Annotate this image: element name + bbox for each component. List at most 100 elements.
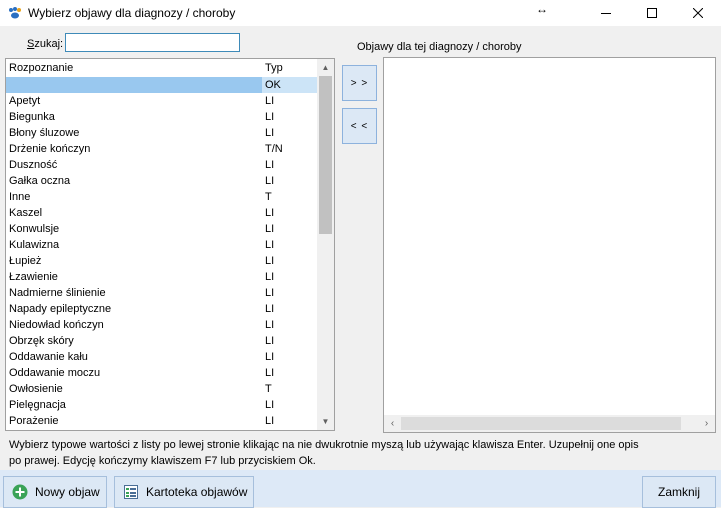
maximize-button[interactable] — [629, 0, 675, 26]
selected-symptoms-list[interactable]: ‹ › — [383, 57, 716, 433]
list-item-type: T/N — [265, 143, 283, 155]
list-item-type: LI — [265, 255, 275, 267]
list-item[interactable]: Drżenie kończyn T/N — [6, 141, 318, 157]
list-item[interactable]: Kulawizna LI — [6, 237, 318, 253]
list-item[interactable]: Inne T — [6, 189, 318, 205]
list-item[interactable]: Gałka oczna LI — [6, 173, 318, 189]
maximize-icon — [647, 8, 657, 18]
symptom-card-button[interactable]: Kartoteka objawów — [114, 476, 254, 508]
list-card-icon — [124, 485, 138, 499]
list-item-diagnosis: Niedowład kończyn — [9, 319, 104, 331]
title-bar: Wybierz objawy dla diagnozy / choroby ↔ — [0, 0, 721, 26]
list-item-type: LI — [265, 303, 275, 315]
list-item[interactable]: Kaszel LI — [6, 205, 318, 221]
plus-circle-icon — [12, 484, 28, 500]
list-item[interactable]: Łzawienie LI — [6, 269, 318, 285]
right-horizontal-scrollbar[interactable]: ‹ › — [384, 415, 715, 432]
help-text-line-2: po prawej. Edycję kończymy klawiszem F7 … — [9, 455, 316, 467]
list-item-type: LI — [265, 95, 275, 107]
list-item-type: LI — [265, 271, 275, 283]
scroll-down-icon[interactable]: ▼ — [317, 413, 334, 430]
search-input[interactable] — [65, 33, 240, 52]
list-item-type: LI — [265, 351, 275, 363]
symptom-list[interactable]: Rozpoznanie Typ OK Apetyt LI Biegunka LI Błon… — [5, 58, 335, 431]
list-item-diagnosis: Drżenie kończyn — [9, 143, 91, 155]
list-item-diagnosis: Łzawienie — [9, 271, 58, 283]
list-item-diagnosis: Gałka oczna — [9, 175, 71, 187]
list-item-diagnosis: Inne — [9, 191, 31, 203]
list-item-diagnosis: Konwulsje — [9, 223, 60, 235]
close-window-button[interactable] — [675, 0, 721, 26]
bottom-toolbar — [0, 470, 721, 507]
list-item[interactable]: Niedowład kończyn LI — [6, 317, 318, 333]
app-paw-icon — [9, 7, 21, 19]
list-item[interactable]: Duszność LI — [6, 157, 318, 173]
list-item-type: T — [265, 191, 272, 203]
selected-symptoms-label: Objawy dla tej diagnozy / choroby — [357, 41, 522, 53]
list-item-diagnosis: Oddawanie moczu — [9, 367, 101, 379]
minimize-button[interactable] — [583, 0, 629, 26]
list-item-type: LI — [265, 367, 275, 379]
list-item-diagnosis: Nadmierne ślinienie — [9, 287, 106, 299]
new-symptom-button[interactable]: Nowy objaw — [3, 476, 107, 508]
column-header-diagnosis[interactable]: Rozpoznanie — [9, 62, 73, 74]
add-symptom-button[interactable]: > > — [342, 65, 377, 101]
search-label: Szukaj: — [27, 38, 63, 50]
list-item-diagnosis: Łupież — [9, 255, 42, 267]
list-item-diagnosis: Kaszel — [9, 207, 43, 219]
list-item-type: T — [265, 383, 272, 395]
list-item[interactable]: Pielęgnacja LI — [6, 397, 318, 413]
list-item[interactable]: Apetyt LI — [6, 93, 318, 109]
list-item-type: LI — [265, 159, 275, 171]
list-item-diagnosis: Pielęgnacja — [9, 399, 66, 411]
close-button[interactable]: Zamknij — [642, 476, 716, 508]
list-item-type: OK — [262, 77, 318, 93]
symptom-card-label: Kartoteka objawów — [146, 485, 248, 499]
list-item-type: LI — [265, 239, 275, 251]
list-item[interactable]: Oddawanie moczu LI — [6, 365, 318, 381]
list-item[interactable]: Konwulsje LI — [6, 221, 318, 237]
list-item[interactable]: Napady epileptyczne LI — [6, 301, 318, 317]
list-item-type: LI — [265, 287, 275, 299]
list-item[interactable]: Biegunka LI — [6, 109, 318, 125]
list-item[interactable]: Owłosienie T — [6, 381, 318, 397]
scroll-right-icon[interactable]: › — [698, 415, 715, 432]
list-rows: OK Apetyt LI Biegunka LI Błony śluzowe LI Drżen… — [6, 77, 318, 429]
close-icon — [693, 8, 703, 18]
list-item-diagnosis: Kulawizna — [9, 239, 60, 251]
list-item[interactable]: Obrzęk skóry LI — [6, 333, 318, 349]
list-item[interactable]: Łupież LI — [6, 253, 318, 269]
list-item-diagnosis: Napady epileptyczne — [9, 303, 112, 315]
column-header-type[interactable]: Typ — [265, 62, 283, 74]
search-label-text: zukaj: — [34, 38, 64, 50]
list-item-type: LI — [265, 399, 275, 411]
list-item-type: LI — [265, 415, 275, 427]
new-symptom-label: Nowy objaw — [35, 485, 100, 499]
remove-symptom-button[interactable]: < < — [342, 108, 377, 144]
list-item-type: LI — [265, 175, 275, 187]
window-title: Wybierz objawy dla diagnozy / choroby — [28, 6, 236, 20]
list-item-type: LI — [265, 207, 275, 219]
list-item[interactable]: Błony śluzowe LI — [6, 125, 318, 141]
list-item-diagnosis: Owłosienie — [9, 383, 63, 395]
list-item-type: LI — [265, 319, 275, 331]
list-item-type: LI — [265, 111, 275, 123]
list-item-diagnosis: Apetyt — [9, 95, 41, 107]
scroll-up-icon[interactable]: ▲ — [317, 59, 334, 76]
list-item-type: LI — [265, 223, 275, 235]
list-item-diagnosis: Obrzęk skóry — [9, 335, 74, 347]
list-item-diagnosis: Porażenie — [9, 415, 59, 427]
list-item-diagnosis: Oddawanie kału — [9, 351, 88, 363]
horizontal-scroll-thumb[interactable] — [401, 417, 681, 430]
list-item[interactable]: Porażenie LI — [6, 413, 318, 429]
list-item[interactable]: Oddawanie kału LI — [6, 349, 318, 365]
list-header: Rozpoznanie Typ — [6, 59, 318, 76]
list-item[interactable]: Nadmierne ślinienie LI — [6, 285, 318, 301]
list-vertical-scrollbar[interactable]: ▲ ▼ — [317, 59, 334, 430]
scroll-thumb[interactable] — [319, 76, 332, 234]
list-item-diagnosis: Błony śluzowe — [9, 127, 80, 139]
list-item-type: LI — [265, 127, 275, 139]
list-item-diagnosis: Duszność — [9, 159, 58, 171]
scroll-left-icon[interactable]: ‹ — [384, 415, 401, 432]
list-item[interactable]: OK — [6, 77, 318, 93]
